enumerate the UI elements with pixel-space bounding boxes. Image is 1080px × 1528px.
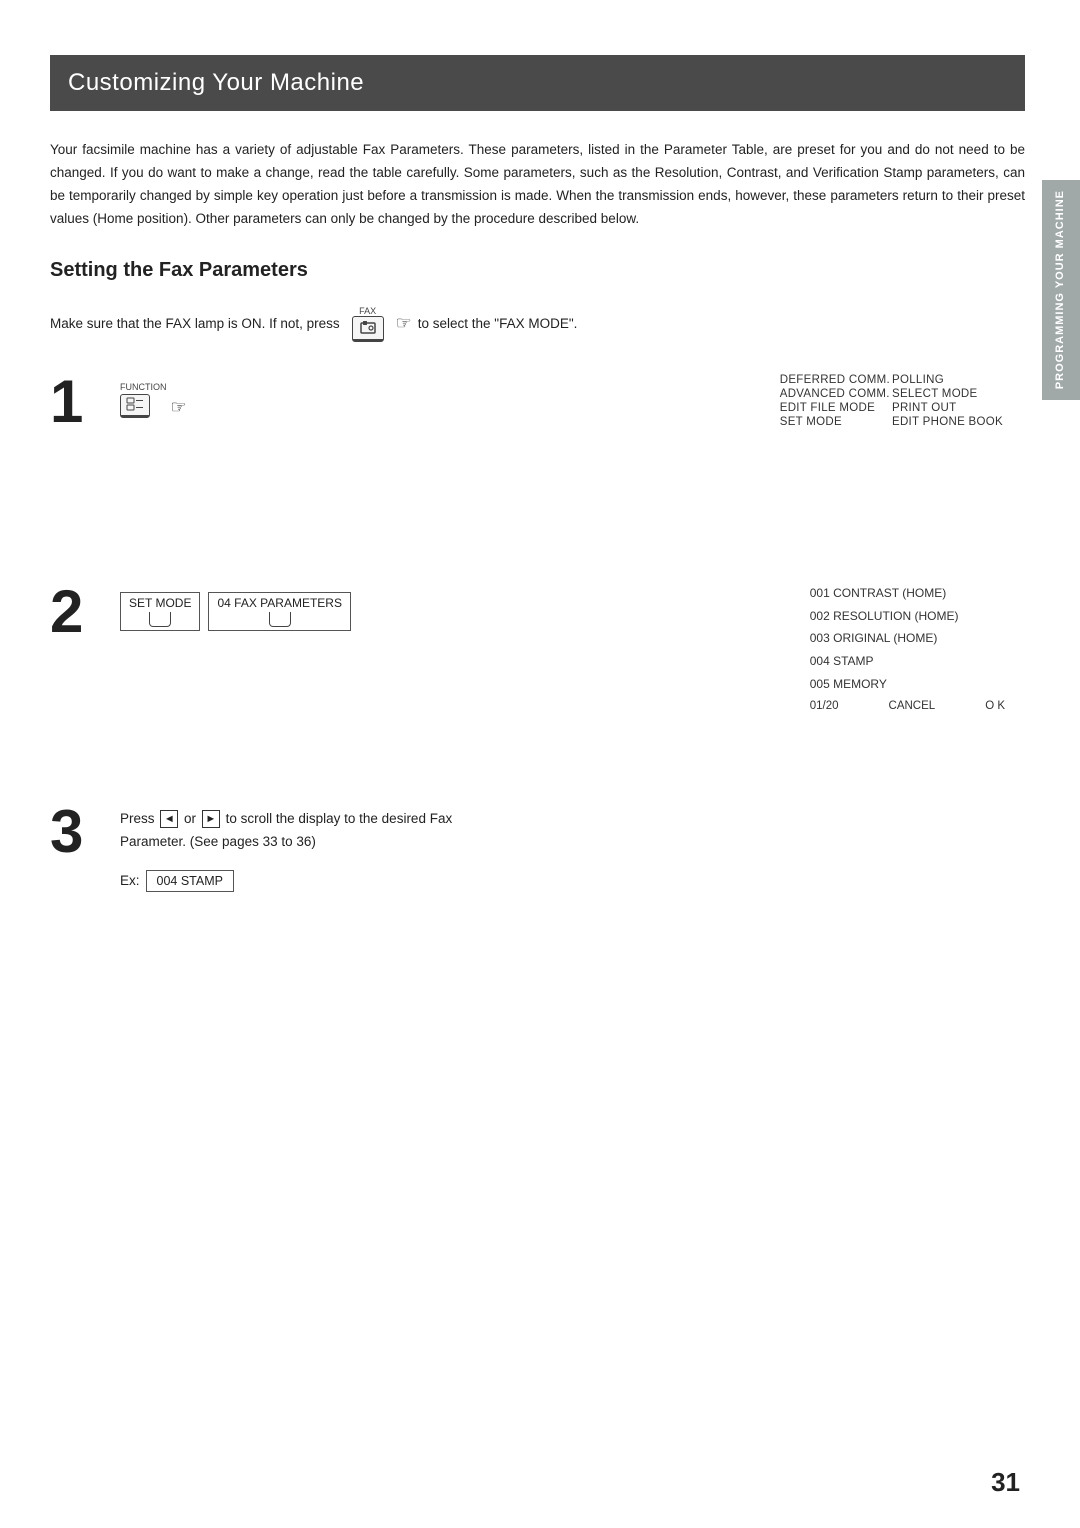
- menu-col2-2: SELECT MODE: [892, 388, 1003, 400]
- fax-parameters-button[interactable]: 04 FAX PARAMETERS: [208, 592, 350, 631]
- title-bar: Customizing Your Machine: [50, 55, 1025, 111]
- param-001: 001 CONTRAST (HOME): [810, 582, 1005, 605]
- cancel-button[interactable]: CANCEL: [889, 700, 936, 712]
- fax-key-button[interactable]: [352, 316, 384, 342]
- menu-col2-4: EDIT PHONE BOOK: [892, 416, 1003, 428]
- example-label: Ex:: [120, 873, 140, 888]
- sidebar-tab: PROGRAMMING YOUR MACHINE: [1042, 180, 1080, 400]
- sidebar-tab-label: PROGRAMMING YOUR MACHINE: [1054, 190, 1067, 389]
- step1-cursor-icon: ☞: [171, 397, 187, 418]
- menu-row-3: EDIT FILE MODE PRINT OUT: [780, 402, 1003, 414]
- step3-text-line2: Parameter. (See pages 33 to 36): [120, 834, 316, 849]
- step3-container: 3 Press ◄ or ► to scroll the display to …: [50, 802, 1025, 892]
- fax-icon-svg: [359, 319, 377, 337]
- function-key-icon: [126, 397, 144, 411]
- step2-container: 2 SET MODE 04 FAX PARAMETERS 001 CONTRAS…: [50, 582, 1025, 782]
- fax-instruction-before: Make sure that the FAX lamp is ON. If no…: [50, 316, 340, 331]
- step3-content: Press ◄ or ► to scroll the display to th…: [120, 802, 1025, 892]
- step2-btn2-wrapper: 04 FAX PARAMETERS: [208, 592, 350, 631]
- param-004: 004 STAMP: [810, 650, 1005, 673]
- nav-row: 01/20 CANCEL O K: [810, 700, 1005, 712]
- section-heading: Setting the Fax Parameters: [50, 259, 1025, 282]
- step3-text-after: to scroll the display to the desired Fax: [226, 811, 453, 826]
- body-paragraph: Your facsimile machine has a variety of …: [50, 139, 1025, 231]
- step1-menu: DEFERRED COMM. POLLING ADVANCED COMM. SE…: [778, 372, 1005, 430]
- step1-container: 1 FUNCTION: [50, 372, 1025, 552]
- fax-key-icon: FAX: [352, 306, 384, 342]
- param-005: 005 MEMORY: [810, 673, 1005, 696]
- step3-text-or: or: [184, 811, 196, 826]
- page: PROGRAMMING YOUR MACHINE Customizing You…: [0, 0, 1080, 1528]
- main-content: Customizing Your Machine Your facsimile …: [50, 55, 1025, 1488]
- cursor-icon: ☞: [396, 313, 412, 334]
- function-key[interactable]: [120, 394, 150, 418]
- step3-text-before: Press: [120, 811, 155, 826]
- menu-row-1: DEFERRED COMM. POLLING: [780, 374, 1003, 386]
- param-list: 001 CONTRAST (HOME) 002 RESOLUTION (HOME…: [810, 582, 1005, 712]
- step2-number: 2: [50, 582, 120, 642]
- menu-row-2: ADVANCED COMM. SELECT MODE: [780, 388, 1003, 400]
- step3-number: 3: [50, 802, 120, 862]
- menu-col1-4: SET MODE: [780, 416, 890, 428]
- function-label: FUNCTION: [120, 382, 167, 392]
- menu-col1-1: DEFERRED COMM.: [780, 374, 890, 386]
- menu-col1-3: EDIT FILE MODE: [780, 402, 890, 414]
- fax-key-label: FAX: [359, 306, 376, 316]
- param-003: 003 ORIGINAL (HOME): [810, 627, 1005, 650]
- left-arrow-button[interactable]: ◄: [160, 810, 178, 828]
- fax-instruction-after: to select the "FAX MODE".: [418, 316, 578, 331]
- step3: 3 Press ◄ or ► to scroll the display to …: [50, 802, 1025, 892]
- page-indicator: 01/20: [810, 700, 839, 712]
- fax-instruction: Make sure that the FAX lamp is ON. If no…: [50, 306, 1025, 342]
- right-arrow-button[interactable]: ►: [202, 810, 220, 828]
- example-value: 004 STAMP: [146, 870, 234, 892]
- menu-table: DEFERRED COMM. POLLING ADVANCED COMM. SE…: [778, 372, 1005, 430]
- ok-button[interactable]: O K: [985, 700, 1005, 712]
- step1-key-wrapper: FUNCTION: [120, 382, 167, 418]
- menu-col2-3: PRINT OUT: [892, 402, 1003, 414]
- page-title: Customizing Your Machine: [68, 69, 1007, 97]
- param-002: 002 RESOLUTION (HOME): [810, 605, 1005, 628]
- menu-col1-2: ADVANCED COMM.: [780, 388, 890, 400]
- step2-btn1-wrapper: SET MODE: [120, 592, 200, 631]
- page-number: 31: [991, 1467, 1020, 1498]
- menu-col2-1: POLLING: [892, 374, 1003, 386]
- example-display: Ex: 004 STAMP: [120, 870, 1025, 892]
- menu-row-4: SET MODE EDIT PHONE BOOK: [780, 416, 1003, 428]
- step3-text: Press ◄ or ► to scroll the display to th…: [120, 808, 1025, 854]
- step1-number: 1: [50, 372, 120, 432]
- set-mode-button[interactable]: SET MODE: [120, 592, 200, 631]
